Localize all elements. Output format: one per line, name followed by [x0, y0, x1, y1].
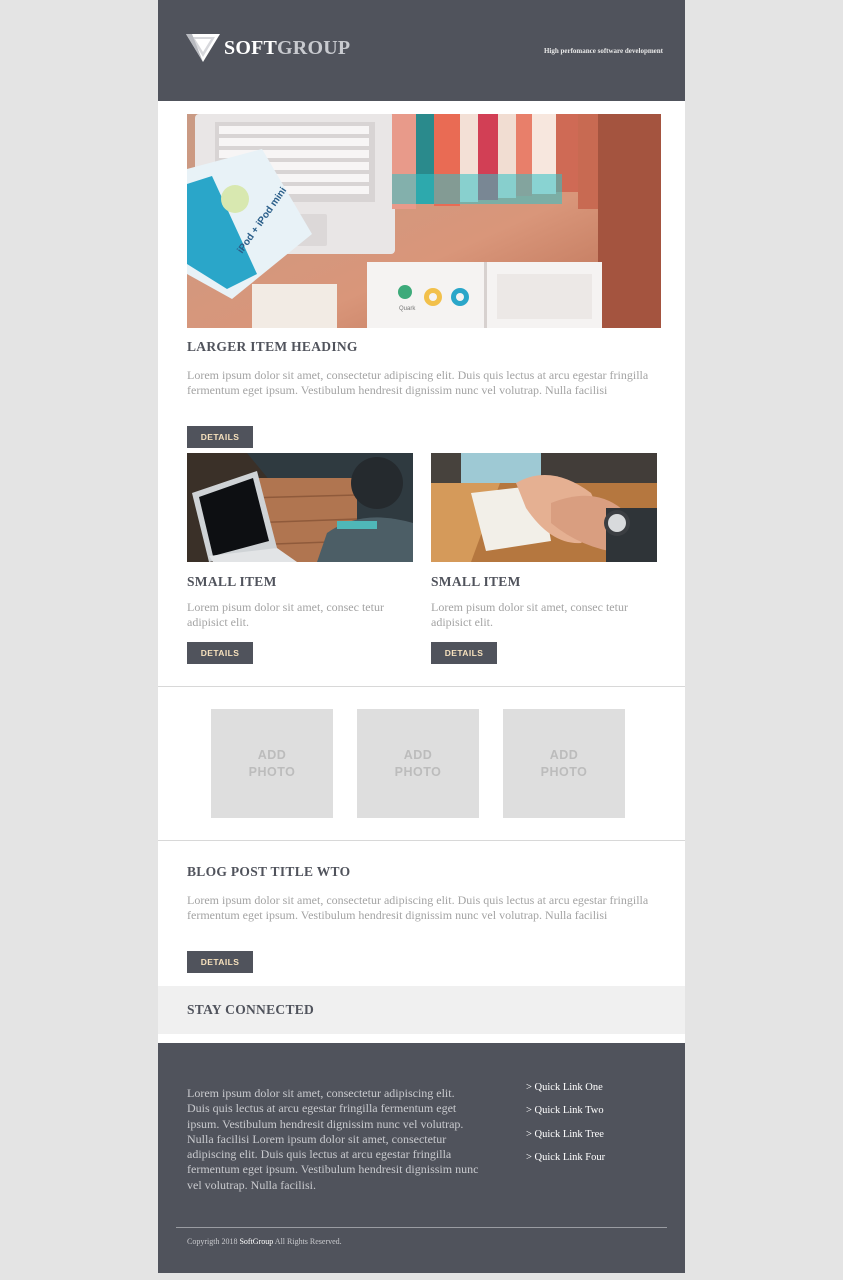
divider	[158, 840, 685, 841]
add-photo-line2: PHOTO	[394, 764, 442, 779]
quick-link-four[interactable]: > Quick Link Four	[526, 1151, 605, 1174]
footer-divider	[176, 1227, 667, 1228]
add-photo-line2: PHOTO	[248, 764, 296, 779]
copyright-brand[interactable]: SoftGroup	[239, 1237, 273, 1246]
footer-text: Lorem ipsum dolor sit amet, consectetur …	[187, 1086, 479, 1192]
divider	[158, 686, 685, 687]
add-photo-line1: ADD	[549, 747, 579, 762]
logo-soft: SOFT	[224, 36, 278, 59]
small-item-text-1: Lorem pisum dolor sit amet, consec tetur…	[187, 600, 384, 629]
tagline: High perfomance software development	[543, 47, 663, 55]
quick-links: > Quick Link One > Quick Link Two > Quic…	[526, 1081, 605, 1174]
email-container: SOFTGROUP High perfomance software devel…	[158, 0, 685, 1273]
quick-link-two[interactable]: > Quick Link Two	[526, 1104, 605, 1127]
copyright: Copyrigth 2018 SoftGroup All Rights Rese…	[187, 1237, 342, 1246]
small-item-details-button-2[interactable]: DETAILS	[431, 642, 497, 664]
add-photo-line1: ADD	[257, 747, 287, 762]
copyright-prefix: Copyrigth 2018	[187, 1237, 238, 1246]
logo-group: GROUP	[277, 36, 351, 59]
quick-link-one[interactable]: > Quick Link One	[526, 1081, 605, 1104]
featured-heading: LARGER ITEM HEADING	[187, 339, 358, 354]
add-photo-line2: PHOTO	[540, 764, 588, 779]
small-item-image-1	[187, 453, 413, 562]
small-item-heading-1: SMALL ITEM	[187, 574, 277, 589]
quark-label: Quark	[399, 306, 416, 312]
logo-mark-icon	[186, 34, 220, 62]
featured-image: iPod + iPod mini Quark	[187, 114, 661, 328]
blog-text: Lorem ipsum dolor sit amet, consectetur …	[187, 893, 649, 922]
footer: Lorem ipsum dolor sit amet, consectetur …	[158, 1043, 685, 1273]
logo-wordmark: SOFTGROUP	[224, 37, 350, 60]
blog-details-button[interactable]: DETAILS	[187, 951, 253, 973]
stay-connected-bar: STAY CONNECTED	[158, 986, 685, 1034]
stay-connected-heading: STAY CONNECTED	[187, 1002, 315, 1017]
add-photo-placeholder[interactable]: ADD PHOTO	[503, 709, 625, 818]
small-item-text-2: Lorem pisum dolor sit amet, consec tetur…	[431, 600, 628, 629]
blog-title: BLOG POST TITLE WTO	[187, 864, 351, 879]
header: SOFTGROUP High perfomance software devel…	[158, 0, 685, 101]
small-item-heading-2: SMALL ITEM	[431, 574, 521, 589]
small-item-details-button-1[interactable]: DETAILS	[187, 642, 253, 664]
small-item-image-2	[431, 453, 657, 562]
logo[interactable]: SOFTGROUP	[186, 34, 350, 62]
add-photo-placeholder[interactable]: ADD PHOTO	[357, 709, 479, 818]
featured-details-button[interactable]: DETAILS	[187, 426, 253, 448]
featured-text: Lorem ipsum dolor sit amet, consectetur …	[187, 368, 649, 397]
add-photo-placeholder[interactable]: ADD PHOTO	[211, 709, 333, 818]
copyright-suffix: All Rights Reserved.	[274, 1237, 342, 1246]
add-photo-line1: ADD	[403, 747, 433, 762]
quick-link-tree[interactable]: > Quick Link Tree	[526, 1128, 605, 1151]
